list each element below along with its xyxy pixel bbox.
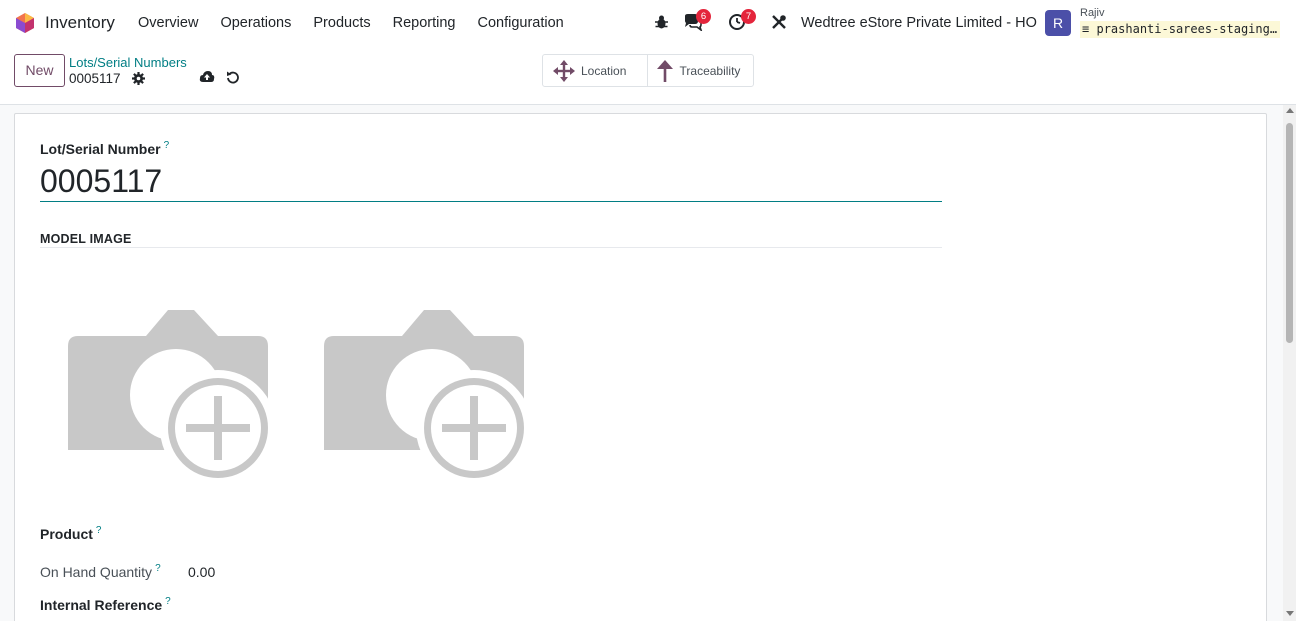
top-navbar: Inventory Overview Operations Products R… bbox=[0, 0, 1296, 46]
tools-button[interactable] bbox=[771, 14, 787, 33]
help-tooltip-icon[interactable]: ? bbox=[165, 596, 171, 607]
menu-overview[interactable]: Overview bbox=[138, 15, 198, 31]
lot-serial-number-label: Lot/Serial Number? bbox=[40, 140, 170, 157]
new-record-button[interactable]: New bbox=[14, 54, 65, 87]
messages-count-badge: 6 bbox=[696, 9, 711, 24]
on-hand-quantity-value: 0.00 bbox=[188, 564, 216, 580]
scrollbar-thumb[interactable] bbox=[1286, 123, 1293, 343]
activities-button[interactable]: 7 bbox=[728, 9, 756, 34]
debug-button[interactable] bbox=[654, 14, 669, 33]
help-tooltip-icon[interactable]: ? bbox=[96, 525, 102, 536]
menu-reporting[interactable]: Reporting bbox=[393, 15, 456, 31]
scroll-up-arrow-icon[interactable] bbox=[1286, 108, 1294, 113]
messages-button[interactable]: 6 bbox=[683, 9, 711, 34]
camera-add-icon[interactable] bbox=[68, 310, 268, 486]
user-avatar[interactable]: R bbox=[1045, 10, 1071, 36]
smart-buttons: Location Traceability bbox=[542, 54, 754, 87]
traceability-smart-button[interactable]: Traceability bbox=[648, 55, 753, 86]
camera-add-icon[interactable] bbox=[324, 310, 524, 486]
internal-ref-label-text: Internal Reference bbox=[40, 597, 163, 613]
arrow-up-icon bbox=[656, 59, 673, 82]
location-smart-button[interactable]: Location bbox=[543, 55, 648, 86]
company-switcher[interactable]: Wedtree eStore Private Limited - HO bbox=[801, 15, 1037, 31]
activities-count-badge: 7 bbox=[741, 9, 756, 24]
breadcrumb-current-record: 0005117 bbox=[69, 71, 121, 86]
model-image-separator: MODEL IMAGE bbox=[40, 232, 942, 248]
database-label: prashanti-sarees-staging… bbox=[1096, 22, 1278, 36]
breadcrumb-lots-serial-numbers[interactable]: Lots/Serial Numbers bbox=[69, 55, 187, 70]
discard-undo-icon[interactable] bbox=[226, 70, 240, 84]
lot-label-text: Lot/Serial Number bbox=[40, 141, 161, 157]
menu-operations[interactable]: Operations bbox=[220, 15, 291, 31]
help-tooltip-icon[interactable]: ? bbox=[155, 563, 161, 574]
save-cloud-icon[interactable] bbox=[199, 70, 215, 84]
move-arrows-icon bbox=[553, 59, 575, 82]
product-label: Product? bbox=[40, 525, 102, 542]
location-label: Location bbox=[581, 63, 627, 78]
app-name[interactable]: Inventory bbox=[45, 13, 115, 33]
internal-reference-label: Internal Reference? bbox=[40, 596, 171, 613]
tools-icon bbox=[772, 15, 786, 29]
vertical-scrollbar[interactable] bbox=[1283, 105, 1296, 621]
main-menu: Overview Operations Products Reporting C… bbox=[138, 15, 586, 31]
product-label-text: Product bbox=[40, 526, 93, 542]
bug-icon bbox=[655, 15, 668, 29]
database-icon: ≡ bbox=[1082, 22, 1090, 36]
on-hand-label-text: On Hand Quantity bbox=[40, 564, 153, 580]
help-tooltip-icon[interactable]: ? bbox=[164, 140, 170, 151]
form-sheet: Lot/Serial Number? 0005117 MODEL IMAGE P… bbox=[14, 113, 1267, 621]
user-name[interactable]: Rajiv bbox=[1080, 7, 1104, 19]
on-hand-quantity-label: On Hand Quantity? bbox=[40, 563, 161, 580]
traceability-label: Traceability bbox=[679, 63, 741, 78]
database-name: ≡ prashanti-sarees-staging… bbox=[1080, 21, 1280, 38]
menu-configuration[interactable]: Configuration bbox=[477, 15, 563, 31]
gear-icon[interactable] bbox=[132, 72, 145, 85]
lot-serial-number-input[interactable]: 0005117 bbox=[40, 161, 942, 202]
scroll-down-arrow-icon[interactable] bbox=[1286, 611, 1294, 616]
menu-products[interactable]: Products bbox=[313, 15, 370, 31]
inventory-app-icon[interactable] bbox=[14, 12, 36, 34]
